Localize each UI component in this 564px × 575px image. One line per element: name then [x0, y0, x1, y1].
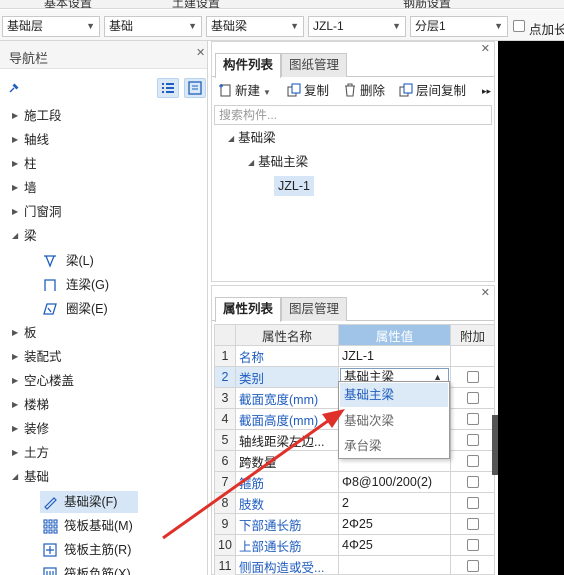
app-window: 基本设置 土建设置 钢筋设置 基础层 ▼ 基础 ▼ 基础梁 ▼ JZL-1 ▼ …: [0, 0, 564, 575]
annotation-arrow-icon: [162, 409, 345, 540]
